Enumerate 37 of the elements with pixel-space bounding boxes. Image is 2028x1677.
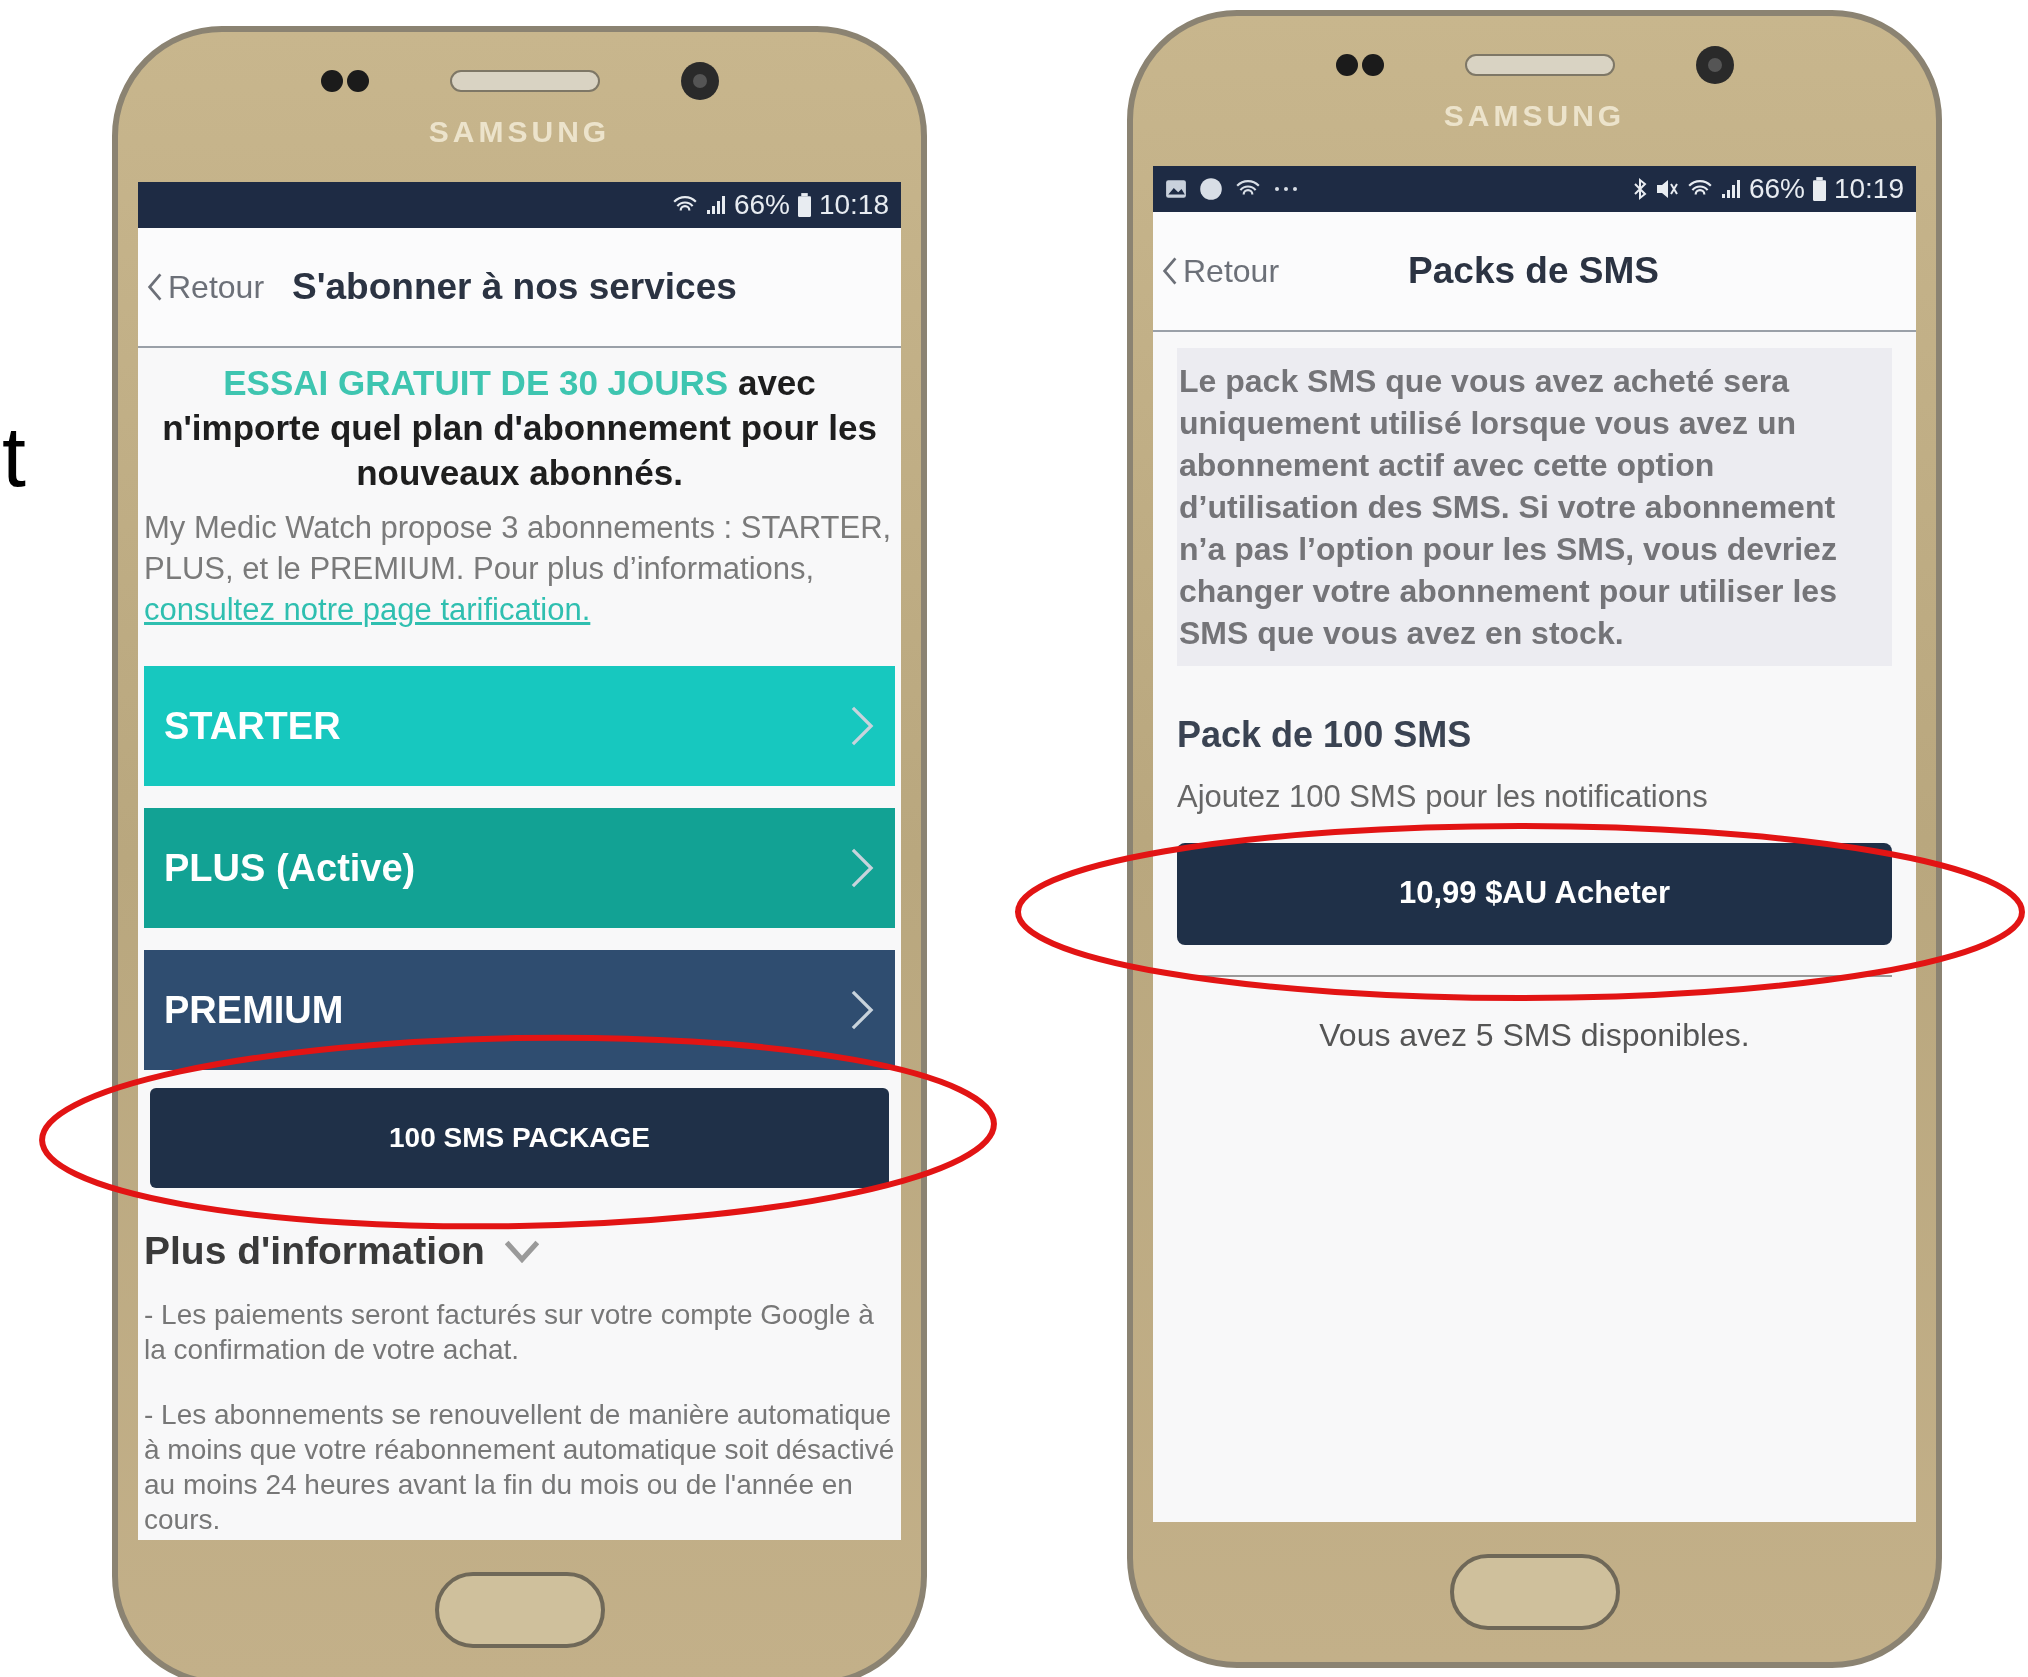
more-icon [1273,186,1299,192]
camera-icon [679,60,720,101]
mute-icon [1654,178,1679,200]
pack-title: Pack de 100 SMS [1177,713,1473,757]
image-icon [1165,179,1187,199]
bluetooth-icon [1632,177,1647,201]
cut-off-text: t [2,407,26,506]
screen-title: S'abonner à nos services [292,265,737,310]
battery-percent: 66% [733,188,790,222]
camera-icon [1694,44,1735,85]
sms-package-button[interactable]: 100 SMS PACKAGE [150,1088,889,1188]
section-title: Plus d'information [144,1228,485,1274]
circle-icon [1199,177,1223,201]
battery-icon [797,193,811,217]
plan-button[interactable]: PREMIUM [144,950,895,1070]
sms-balance: Vous avez 5 SMS disponibles. [1318,1015,1751,1055]
clock-time: 10:18 [818,188,889,222]
brand-logo: SAMSUNG [428,113,611,150]
screen-title: Packs de SMS [1407,249,1660,294]
plans-description: My Medic Watch propose 3 abonnements : STARTER, PLUS, et le PREMIUM. Pour plus d’informations, consultez notre page tarification. [144,509,893,629]
pack-subtitle: Ajoutez 100 SMS pour les notifications [1177,778,1709,816]
notice-box: Le pack SMS que vous avez acheté sera uniquement utilisé lorsque vous avez un abonnement actif avec cette option d’utilisation des SMS. Si votre abonnement n’a pas l’option pour les SMS, vous devriez changer votre abonnement pour utiliser les SMS que vous avez en stock. [1177,348,1892,666]
info-paragraph: - Les paiements seront facturés sur votre compte Google à la confirmation de votre achat. [144,1297,875,1367]
signal-icon [705,194,726,216]
sensor-icon [319,68,370,93]
signal-icon [1720,178,1741,200]
info-paragraph: - Les abonnements se renouvellent de manière automatique à moins que votre réabonnement automatique soit désactivé au moins 24 heures avant la fin du mois ou de l'année en cours. [144,1397,895,1537]
promo-text: ESSAI GRATUIT DE 30 JOURS avec n'importe quel plan d'abonnement pour les nouveaux abonnés. [161,362,878,494]
back-button[interactable]: Retour [146,263,265,311]
plan-button[interactable]: PLUS (Active) [144,808,895,928]
buy-button[interactable]: 10,99 $AU Acheter [1177,842,1892,945]
back-button[interactable]: Retour [1161,247,1280,295]
clock-time: 10:19 [1833,172,1904,206]
battery-icon [1812,177,1826,201]
sensor-icon [1334,52,1385,77]
battery-percent: 66% [1748,172,1805,206]
brand-logo: SAMSUNG [1443,97,1626,134]
